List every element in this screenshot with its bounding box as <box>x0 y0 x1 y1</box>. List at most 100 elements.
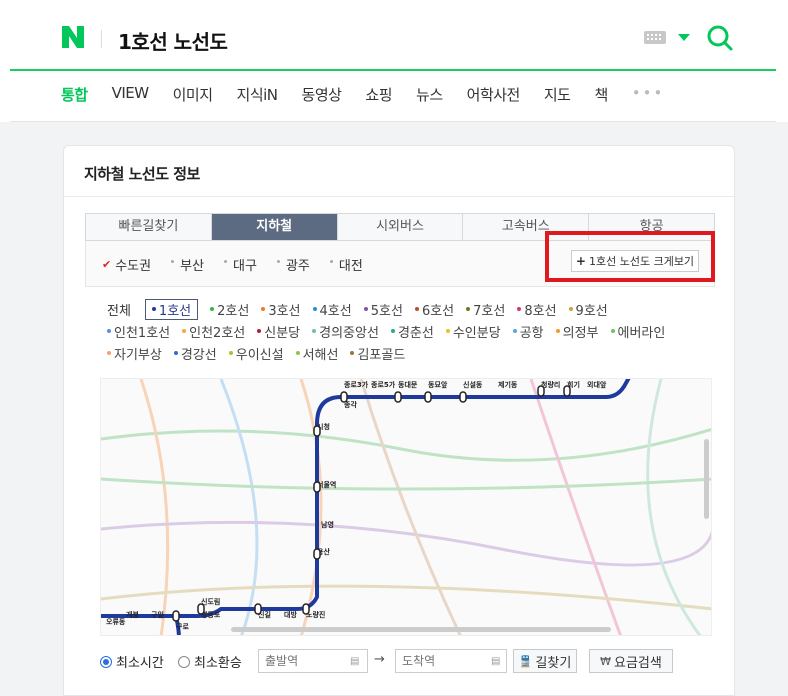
station-marker <box>302 603 310 615</box>
tab-intercity-bus[interactable]: 시외버스 <box>337 214 464 240</box>
line-row: 자기부상 경강선 우이신설 서해선 김포골드 <box>107 342 717 364</box>
line-label: 서해선 <box>302 347 339 363</box>
line-label: 4호선 <box>319 303 352 319</box>
transport-tabs: 빠른길찾기 지하철 시외버스 고속버스 항공 <box>85 213 715 241</box>
line-filter-item[interactable]: 수인분당 <box>445 322 501 341</box>
won-icon: ₩ <box>600 654 612 668</box>
option-label: 최소시간 <box>116 656 164 671</box>
station-label: 대방 <box>284 610 297 619</box>
tab-news[interactable]: 뉴스 <box>416 84 443 108</box>
line-filter-item[interactable]: 우이신설 <box>228 344 284 363</box>
line-label: 수인분당 <box>452 325 501 341</box>
line-filter-item[interactable]: 인천1호선 <box>107 322 170 341</box>
region-capital[interactable]: ✔ 수도권 <box>102 255 151 274</box>
line-label: 경춘선 <box>397 325 434 341</box>
map-horizontal-scrollbar[interactable] <box>231 627 611 632</box>
line-filter-item[interactable]: 신분당 <box>257 322 300 341</box>
line-filter-item[interactable]: 서해선 <box>295 344 339 363</box>
line-filter-item[interactable]: 1호선 <box>144 298 199 320</box>
region-daejeon[interactable]: 대전 <box>329 255 363 274</box>
tab-express-bus[interactable]: 고속버스 <box>463 214 590 240</box>
background-line <box>101 477 711 491</box>
dot-icon <box>276 260 280 263</box>
line-label: 9호선 <box>575 303 608 319</box>
station-marker <box>313 481 321 493</box>
station-marker <box>313 548 321 560</box>
search-tabs: 통합 VIEW 이미지 지식iN 동영상 쇼핑 뉴스 어학사전 지도 책 ••• <box>61 84 664 108</box>
line-filter-item[interactable]: 경강선 <box>173 344 217 363</box>
tab-all[interactable]: 통합 <box>61 84 88 108</box>
line-all[interactable]: 전체 <box>107 300 131 319</box>
line-filter-item[interactable]: 김포골드 <box>350 344 405 363</box>
line-filter-item[interactable]: 자기부상 <box>107 344 162 363</box>
line-color-dot-icon <box>568 307 573 311</box>
line-label: 김포골드 <box>357 347 406 363</box>
region-label: 대구 <box>233 259 257 274</box>
line-color-dot-icon <box>350 351 355 355</box>
line-label: 의정부 <box>562 325 599 341</box>
line-filter-item[interactable]: 4호선 <box>312 300 352 319</box>
line-label: 3호선 <box>268 303 301 319</box>
line-filter-item[interactable]: 경춘선 <box>390 322 434 341</box>
chevron-down-icon[interactable] <box>678 34 690 41</box>
line-color-dot-icon <box>517 307 522 311</box>
line-filter-item[interactable]: 9호선 <box>568 300 608 319</box>
line-label: 공항 <box>519 325 544 341</box>
background-line <box>139 379 170 635</box>
line-color-dot-icon <box>295 351 300 355</box>
station-label: 신설동 <box>463 380 483 389</box>
region-busan[interactable]: 부산 <box>171 255 204 274</box>
tab-flight[interactable]: 항공 <box>589 214 714 240</box>
line-label: 인천2호선 <box>189 325 246 341</box>
find-route-button[interactable]: 🚆 길찾기 <box>513 649 577 673</box>
line-color-dot-icon <box>107 351 111 355</box>
line-filter-item[interactable]: 공항 <box>512 322 544 341</box>
tab-video[interactable]: 동영상 <box>302 84 342 108</box>
option-min-time[interactable]: 최소시간 <box>100 652 164 671</box>
enlarge-map-button[interactable]: + 1호선 노선도 크게보기 <box>571 250 699 272</box>
line-filter-item[interactable]: 3호선 <box>261 300 301 319</box>
more-tabs-icon[interactable]: ••• <box>632 84 665 108</box>
search-query[interactable]: 1호선 노선도 <box>118 26 228 55</box>
line-filter-item[interactable]: 8호선 <box>517 300 557 319</box>
station-marker <box>254 603 262 615</box>
line-color-dot-icon <box>257 329 262 333</box>
tab-view[interactable]: VIEW <box>112 84 150 108</box>
fare-search-button[interactable]: ₩ 요금검색 <box>589 649 673 673</box>
line-label: 우이신설 <box>235 347 284 363</box>
station-marker <box>172 610 180 622</box>
background-line <box>359 379 462 635</box>
line-filter-item[interactable]: 2호선 <box>210 300 249 319</box>
line-label: 자기부상 <box>114 347 162 363</box>
list-icon[interactable]: ▤ <box>491 656 500 667</box>
region-daegu[interactable]: 대구 <box>224 255 257 274</box>
tab-subway[interactable]: 지하철 <box>211 214 338 240</box>
tab-images[interactable]: 이미지 <box>173 84 213 108</box>
map-vertical-scrollbar[interactable] <box>704 439 709 519</box>
tab-dictionary[interactable]: 어학사전 <box>467 84 521 108</box>
option-min-transfer[interactable]: 최소환승 <box>178 652 242 671</box>
line-filter-item[interactable]: 7호선 <box>466 300 505 319</box>
region-gwangju[interactable]: 광주 <box>276 255 310 274</box>
line-filter-item[interactable]: 6호선 <box>414 300 454 319</box>
logo-divider <box>101 30 102 48</box>
line-label: 인천1호선 <box>114 325 171 341</box>
line-filter-item[interactable]: 5호선 <box>363 300 403 319</box>
keyboard-icon[interactable] <box>644 31 666 44</box>
tab-fast-route[interactable]: 빠른길찾기 <box>86 214 212 240</box>
line-filter-item[interactable]: 에버라인 <box>610 322 665 341</box>
line-filter-item[interactable]: 경의중앙선 <box>312 322 379 341</box>
subway-map-canvas[interactable]: 종로3가 종로5가 동대문 동묘앞 신설동 제기동 청량리 회기 외대앞종각시청서울역남영용산노… <box>101 379 712 636</box>
station-label: 남영 <box>321 520 334 529</box>
line-filter-item[interactable]: 의정부 <box>555 322 599 341</box>
list-icon[interactable]: ▤ <box>350 656 359 667</box>
tab-map[interactable]: 지도 <box>544 84 571 108</box>
tab-kin[interactable]: 지식iN <box>237 84 279 108</box>
search-icon[interactable] <box>706 24 734 52</box>
line-filter-item[interactable]: 인천2호선 <box>182 322 245 341</box>
naver-logo[interactable] <box>60 24 86 50</box>
tab-books[interactable]: 책 <box>594 84 608 108</box>
tab-shopping[interactable]: 쇼핑 <box>365 84 392 108</box>
subway-map[interactable]: 종로3가 종로5가 동대문 동묘앞 신설동 제기동 청량리 회기 외대앞 종각 시청 서울역 남영 용산 노… <box>100 378 712 636</box>
line-color-dot-icon <box>466 307 471 311</box>
